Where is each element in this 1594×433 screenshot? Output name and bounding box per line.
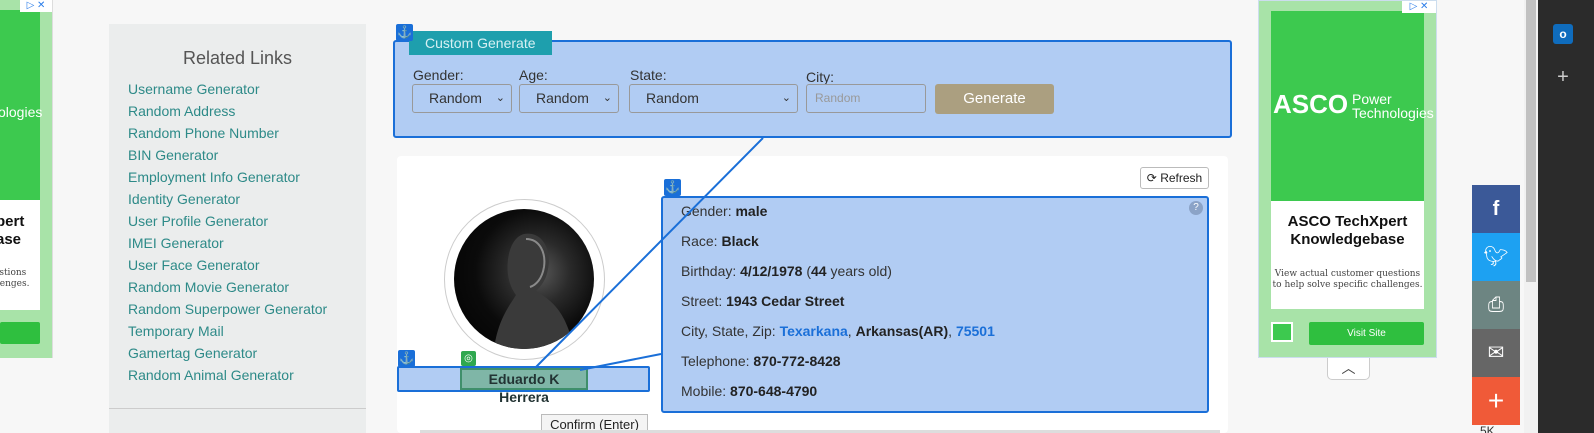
birthday-row: Birthday: 4/12/1978 (44 years old) bbox=[681, 263, 892, 279]
outlook-icon[interactable]: o bbox=[1553, 24, 1573, 44]
refresh-button[interactable]: ⟳ Refresh bbox=[1140, 167, 1209, 189]
related-link[interactable]: Random Animal Generator bbox=[128, 364, 327, 386]
age-label: Age: bbox=[519, 67, 548, 83]
state-select[interactable]: Random ⌄ bbox=[629, 84, 798, 113]
related-link[interactable]: User Profile Generator bbox=[128, 210, 327, 232]
add-icon[interactable]: + bbox=[1553, 67, 1573, 87]
target-icon[interactable]: ◎ bbox=[461, 351, 476, 366]
related-links-list: Username Generator Random Address Random… bbox=[128, 78, 327, 386]
facebook-icon: f bbox=[1492, 198, 1500, 220]
state-select-value: Random bbox=[646, 90, 699, 106]
more-share-button[interactable]: + bbox=[1472, 377, 1520, 425]
ad-left-text-2: pertase bbox=[0, 213, 25, 248]
adchoices-icon[interactable]: ▷ ✕ bbox=[20, 0, 52, 12]
page-scrollbar-thumb[interactable] bbox=[1526, 0, 1536, 282]
zip-link[interactable]: 75501 bbox=[956, 323, 995, 339]
race-row: Race: Black bbox=[681, 233, 759, 249]
related-links-sidebar: Related Links Username Generator Random … bbox=[109, 24, 366, 433]
gender-select-value: Random bbox=[429, 90, 482, 106]
refresh-label: Refresh bbox=[1160, 171, 1203, 185]
city-input[interactable]: Random bbox=[806, 84, 926, 113]
related-link[interactable]: User Face Generator bbox=[128, 254, 327, 276]
twitter-share-button[interactable]: 🐦︎ bbox=[1472, 233, 1520, 281]
telephone-row: Telephone: 870-772-8428 bbox=[681, 353, 841, 369]
help-icon[interactable]: ? bbox=[1189, 201, 1203, 215]
sidebar-divider bbox=[109, 408, 366, 409]
related-link[interactable]: Username Generator bbox=[128, 78, 327, 100]
ad-brand-sub: Power Technologies bbox=[1352, 91, 1434, 121]
related-link[interactable]: Identity Generator bbox=[128, 188, 327, 210]
related-link[interactable]: Gamertag Generator bbox=[128, 342, 327, 364]
city-link[interactable]: Texarkana bbox=[780, 323, 848, 339]
person-info-panel: ? Gender: male Race: Black Birthday: 4/1… bbox=[661, 196, 1209, 413]
related-link[interactable]: BIN Generator bbox=[128, 144, 327, 166]
anchor-icon: ⚓ bbox=[396, 24, 413, 41]
chevron-up-icon: ︿ bbox=[1341, 360, 1356, 376]
email-share-button[interactable]: ✉ bbox=[1472, 329, 1520, 377]
browser-sidebar bbox=[1538, 0, 1594, 433]
avatar bbox=[454, 209, 594, 349]
city-label: City: bbox=[806, 69, 834, 85]
generate-button[interactable]: Generate bbox=[935, 84, 1054, 114]
anchor-icon: ⚓ bbox=[664, 179, 681, 196]
ad-left-text-1: ologies bbox=[0, 104, 43, 120]
related-link[interactable]: IMEI Generator bbox=[128, 232, 327, 254]
avatar-portrait bbox=[494, 233, 574, 349]
related-link[interactable]: Random Phone Number bbox=[128, 122, 327, 144]
related-link[interactable]: Employment Info Generator bbox=[128, 166, 327, 188]
ad-brand: ASCO bbox=[1273, 89, 1349, 119]
custom-generate-tab[interactable]: Custom Generate bbox=[409, 31, 552, 55]
print-share-button[interactable]: ⎙ bbox=[1472, 281, 1520, 329]
gender-label: Gender: bbox=[413, 67, 464, 83]
related-link[interactable]: Random Address bbox=[128, 100, 327, 122]
refresh-icon: ⟳ bbox=[1146, 171, 1157, 185]
related-link[interactable]: Temporary Mail bbox=[128, 320, 327, 342]
left-advertisement[interactable]: ologies pertase estionsllenges. ▷ ✕ bbox=[0, 0, 53, 358]
related-link[interactable]: Random Superpower Generator bbox=[128, 298, 327, 320]
person-name[interactable]: Eduardo K Herrera bbox=[460, 368, 588, 405]
plus-icon: + bbox=[1487, 385, 1505, 416]
right-advertisement[interactable]: ASCO Power Technologies ASCO TechXpert Kn… bbox=[1258, 0, 1437, 358]
ad-left-text-3: estionsllenges. bbox=[0, 268, 30, 289]
twitter-icon: 🐦︎ bbox=[1483, 246, 1509, 268]
printer-icon: ⎙ bbox=[1488, 294, 1504, 316]
gender-row: Gender: male bbox=[681, 203, 768, 219]
ad-logo-icon bbox=[1271, 322, 1293, 342]
chevron-down-icon: ⌄ bbox=[781, 92, 791, 104]
share-count: 5K bbox=[1480, 424, 1495, 433]
related-link[interactable]: Random Movie Generator bbox=[128, 276, 327, 298]
sidebar-title: Related Links bbox=[182, 48, 293, 68]
collapse-ad-button[interactable]: ︿ bbox=[1327, 358, 1370, 380]
city-state-zip-row: City, State, Zip: Texarkana, Arkansas(AR… bbox=[681, 323, 995, 339]
mobile-row: Mobile: 870-648-4790 bbox=[681, 383, 818, 399]
envelope-icon: ✉ bbox=[1487, 342, 1505, 364]
ad-headline: ASCO TechXpert Knowledgebase bbox=[1287, 213, 1408, 248]
age-select[interactable]: Random ⌄ bbox=[519, 84, 619, 113]
chevron-down-icon: ⌄ bbox=[495, 92, 505, 104]
ad-subtext: View actual customer questions to help s… bbox=[1272, 269, 1423, 290]
ad-left-button[interactable] bbox=[0, 322, 40, 344]
age-select-value: Random bbox=[536, 90, 589, 106]
facebook-share-button[interactable]: f bbox=[1472, 185, 1520, 233]
adchoices-icon[interactable]: ▷ ✕ bbox=[1402, 1, 1436, 13]
gender-select[interactable]: Random ⌄ bbox=[412, 84, 512, 113]
anchor-icon: ⚓ bbox=[398, 350, 415, 367]
state-label: State: bbox=[630, 67, 667, 83]
visit-site-button[interactable]: Visit Site bbox=[1309, 322, 1424, 345]
street-row: Street: 1943 Cedar Street bbox=[681, 293, 845, 309]
chevron-down-icon: ⌄ bbox=[602, 92, 612, 104]
